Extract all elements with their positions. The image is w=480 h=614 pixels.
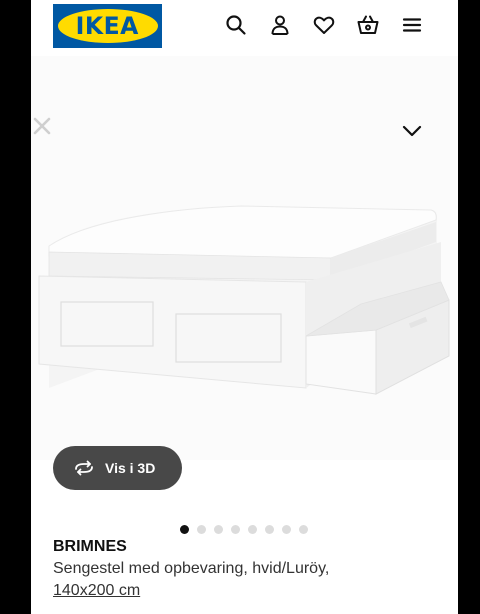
account-icon[interactable] <box>268 13 292 37</box>
logo-oval: IKEA <box>57 9 158 43</box>
app-screen: IKEA Vis i 3D BRIMNES Sengestel med opbe… <box>31 0 458 614</box>
product-info: BRIMNES Sengestel med opbevaring, hvid/L… <box>53 537 443 602</box>
pagination-dot[interactable] <box>197 525 206 534</box>
pagination-dot[interactable] <box>231 525 240 534</box>
top-header: IKEA <box>31 0 458 54</box>
view-in-3d-label: Vis i 3D <box>105 460 156 476</box>
pagination-dot[interactable] <box>214 525 223 534</box>
pagination-dot[interactable] <box>265 525 274 534</box>
pagination-dot[interactable] <box>248 525 257 534</box>
pagination-dot[interactable] <box>180 525 189 534</box>
search-icon[interactable] <box>224 13 248 37</box>
view-in-3d-button[interactable]: Vis i 3D <box>53 446 182 490</box>
product-image <box>38 205 450 395</box>
menu-icon[interactable] <box>400 13 424 37</box>
ikea-logo[interactable]: IKEA <box>53 4 162 48</box>
pagination-dot[interactable] <box>282 525 291 534</box>
rotate-3d-icon <box>75 460 93 476</box>
logo-text: IKEA <box>75 12 140 40</box>
basket-icon[interactable] <box>356 13 380 37</box>
pagination-dot[interactable] <box>299 525 308 534</box>
close-icon[interactable] <box>31 115 53 137</box>
chevron-down-icon[interactable] <box>401 122 423 140</box>
product-size-link[interactable]: 140x200 cm <box>53 580 140 602</box>
product-description: Sengestel med opbevaring, hvid/Luröy, <box>53 560 330 577</box>
heart-icon[interactable] <box>312 13 336 37</box>
product-name: BRIMNES <box>53 538 127 555</box>
product-image-gallery[interactable]: Vis i 3D <box>31 56 458 534</box>
image-pagination <box>180 525 308 534</box>
